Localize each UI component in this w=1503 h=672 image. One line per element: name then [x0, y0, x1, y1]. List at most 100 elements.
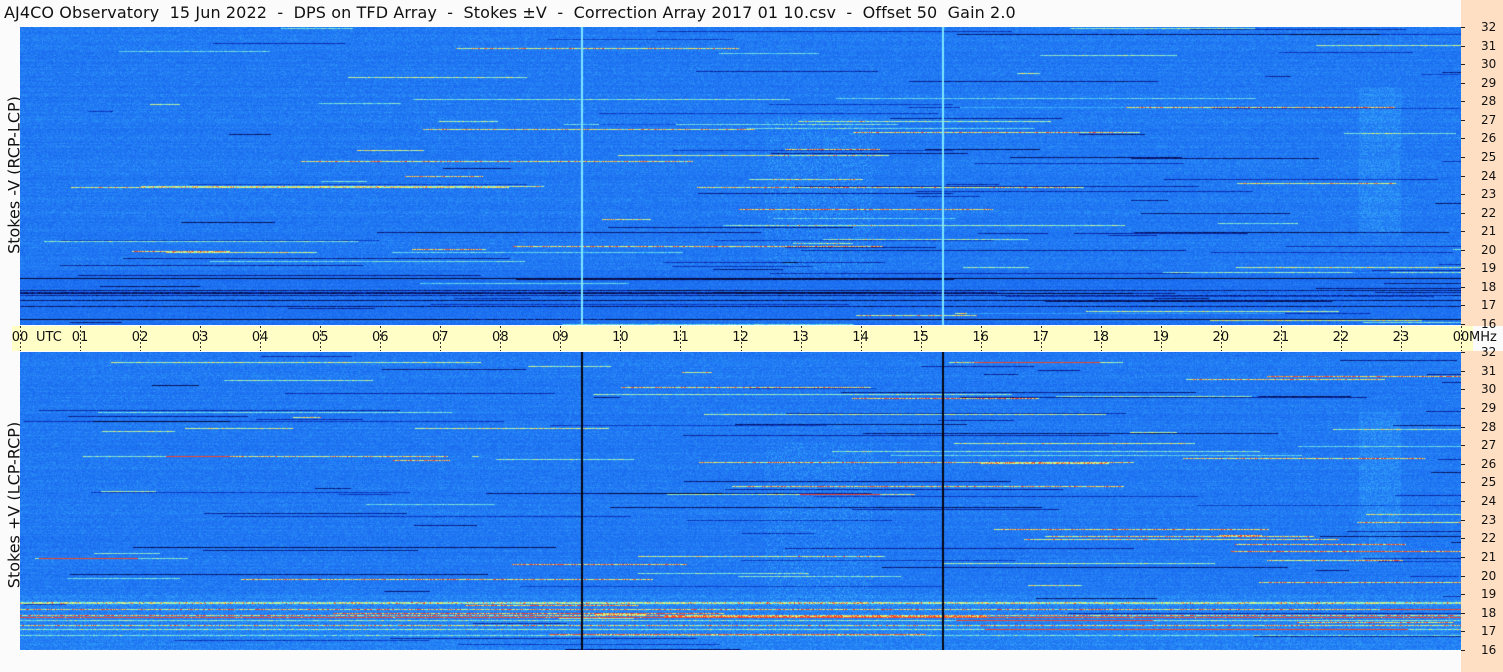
time-tick-label: 15 — [912, 330, 929, 345]
frequency-tick-line — [1461, 556, 1465, 558]
frequency-tick-line — [1461, 352, 1465, 353]
frequency-tick-label: 29 — [1481, 400, 1497, 415]
frequency-tick-line — [1461, 82, 1465, 84]
time-tick-label: 13 — [792, 330, 809, 345]
time-tick-label: 11 — [672, 330, 689, 345]
frequency-tick-line — [1461, 594, 1465, 596]
frequency-tick-line — [1461, 249, 1465, 251]
frequency-tick-line — [1461, 426, 1465, 428]
frequency-tick-label: 22 — [1481, 531, 1497, 546]
time-tick-label: 00 — [1452, 330, 1470, 345]
frequency-tick-label: 20 — [1481, 568, 1497, 583]
time-tick-label: 20 — [1212, 330, 1230, 345]
frequency-tick-label: 16 — [1481, 643, 1497, 657]
frequency-tick-line — [1461, 268, 1465, 270]
time-tick-label: 23 — [1392, 330, 1410, 345]
frequency-tick-line — [1461, 650, 1465, 651]
frequency-tick-line — [1461, 175, 1465, 177]
frequency-tick-label: 19 — [1481, 261, 1497, 276]
frequency-tick-label: 17 — [1481, 298, 1497, 313]
time-tick-label: 08 — [492, 330, 509, 345]
frequency-tick-line — [1461, 194, 1465, 196]
frequency-tick-label: 28 — [1481, 94, 1497, 109]
frequency-tick-line — [1461, 612, 1465, 614]
frequency-tick-line — [1461, 119, 1465, 121]
frequency-tick-line — [1461, 138, 1465, 140]
frequency-tick-label: 32 — [1481, 345, 1497, 359]
frequency-tick-label: 31 — [1481, 363, 1497, 378]
bottom-frequency-axis: 32 31 30 29 28 27 26 25 24 23 22 21 20 19 18 17 16 — [1461, 345, 1503, 672]
frequency-tick-line — [1461, 482, 1465, 484]
frequency-tick-line — [1461, 286, 1465, 288]
frequency-tick-label: 27 — [1481, 438, 1497, 453]
time-tick-label: 07 — [432, 330, 449, 345]
frequency-tick-label: 24 — [1481, 168, 1497, 183]
frequency-tick-label: 17 — [1481, 624, 1497, 639]
frequency-tick-line — [1461, 27, 1465, 28]
frequency-tick-line — [1461, 445, 1465, 447]
frequency-tick-line — [1461, 64, 1465, 66]
frequency-tick-line — [1461, 501, 1465, 502]
bottom-spectrogram — [20, 352, 1461, 650]
frequency-tick-line — [1461, 519, 1465, 521]
frequency-tick-label: 22 — [1481, 205, 1497, 220]
frequency-tick-label: 23 — [1481, 512, 1497, 527]
frequency-tick-label: 20 — [1481, 242, 1497, 257]
frequency-tick-label: 21 — [1481, 549, 1497, 564]
frequency-tick-label: 31 — [1481, 38, 1497, 53]
frequency-tick-line — [1461, 231, 1465, 233]
time-tick-label: 05 — [311, 330, 329, 345]
chart-title: AJ4CO Observatory 15 Jun 2022 - DPS on T… — [4, 3, 1016, 22]
time-tick-label: 16 — [972, 330, 989, 345]
frequency-tick-label: 25 — [1481, 475, 1497, 490]
time-tick-label: 19 — [1152, 330, 1170, 345]
frequency-tick-line — [1461, 101, 1465, 103]
utc-label: UTC — [36, 330, 62, 345]
frequency-tick-line — [1461, 45, 1465, 47]
time-tick-label: 01 — [71, 330, 89, 345]
time-tick-label: 09 — [552, 330, 569, 345]
frequency-tick-label: 28 — [1481, 419, 1497, 434]
frequency-tick-label: 18 — [1481, 605, 1497, 620]
time-axis: 00 01 02 03 04 05 06 07 08 09 10 11 12 13 14 15 16 17 18 19… — [11, 326, 1497, 351]
mhz-label: MHz — [1469, 330, 1497, 345]
top-spectrogram — [20, 27, 1461, 325]
frequency-tick-line — [1461, 305, 1465, 307]
time-tick-label: 00 — [11, 330, 29, 345]
frequency-tick-line — [1461, 407, 1465, 409]
frequency-tick-label: 26 — [1481, 131, 1497, 146]
frequency-tick-line — [1461, 389, 1465, 391]
time-tick-label: 17 — [1032, 330, 1049, 345]
time-tick-label: 12 — [732, 330, 749, 345]
frequency-tick-label: 21 — [1481, 224, 1497, 239]
time-tick-label: 18 — [1092, 330, 1110, 345]
time-tick-label: 10 — [612, 330, 629, 345]
frequency-tick-label: 30 — [1481, 57, 1497, 72]
frequency-tick-line — [1461, 370, 1465, 372]
frequency-tick-line — [1461, 212, 1465, 214]
frequency-tick-label: 18 — [1481, 279, 1497, 294]
frequency-tick-label: 24 — [1481, 494, 1497, 508]
time-tick-label: 14 — [852, 330, 869, 345]
frequency-tick-line — [1461, 463, 1465, 465]
frequency-tick-line — [1461, 631, 1465, 633]
frequency-tick-label: 29 — [1481, 75, 1497, 90]
frequency-tick-label: 19 — [1481, 587, 1497, 602]
time-tick-label: 04 — [251, 330, 269, 345]
frequency-tick-label: 26 — [1481, 456, 1497, 471]
time-tick-label: 02 — [131, 330, 149, 345]
frequency-tick-label: 27 — [1481, 112, 1497, 127]
frequency-tick-label: 32 — [1481, 20, 1497, 34]
top-frequency-axis: 32 31 30 29 28 27 26 25 24 23 22 21 20 19 18 17 16 — [1461, 0, 1503, 331]
frequency-tick-label: 23 — [1481, 187, 1497, 202]
time-tick-label: 06 — [371, 330, 389, 345]
time-tick-label: 21 — [1272, 330, 1290, 345]
frequency-tick-line — [1461, 156, 1465, 158]
frequency-tick-line — [1461, 575, 1465, 577]
frequency-tick-label: 25 — [1481, 149, 1497, 164]
time-tick-label: 03 — [191, 330, 209, 345]
frequency-tick-line — [1461, 538, 1465, 540]
frequency-tick-label: 30 — [1481, 382, 1497, 397]
time-tick-label: 22 — [1332, 330, 1350, 345]
frequency-tick-line — [1461, 324, 1465, 325]
